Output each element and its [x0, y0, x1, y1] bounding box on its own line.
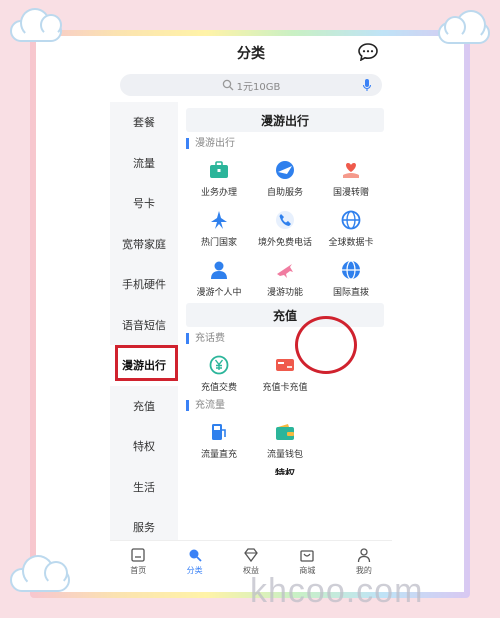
sidebar-item-label: 号卡 [133, 197, 155, 211]
cloud-decoration [10, 555, 70, 592]
roaming-grid: 业务办理 自助服务 国漫转赠 热门国家 境外免费电话 全球数据卡 漫游个人中 漫… [186, 155, 384, 301]
tile-label: 国际直拨 [332, 288, 369, 298]
watermark: khcoo.com [250, 572, 424, 610]
category-body: 套餐 流量 号卡 宽带家庭 手机硬件 语音短信 漫游出行 充值 特权 生活 服务… [110, 102, 392, 540]
recharge-grid: 充值交费 充值卡充值 [186, 350, 384, 396]
shopping-bag-icon [300, 550, 315, 562]
tile-label: 漫游个人中 [196, 288, 242, 298]
cloud-decoration [438, 10, 490, 44]
section-title-roaming: 漫游出行 [186, 108, 384, 132]
app-screen: 分类 1元10GB 套餐 流量 号卡 宽带家庭 手机硬件 语音短信 漫游出行 充… [110, 36, 392, 582]
sidebar-item-recharge[interactable]: 充值 [110, 386, 178, 427]
data-recharge-grid: 流量直充 流量钱包 [186, 417, 384, 463]
tile-data-direct[interactable]: 流量直充 [186, 417, 252, 463]
sidebar-item-data[interactable]: 流量 [110, 143, 178, 184]
sidebar-item-label: 生活 [133, 480, 155, 494]
tile-label: 流量直充 [200, 450, 237, 460]
subsection-title: 漫游出行 [186, 138, 384, 149]
search-input[interactable]: 1元10GB [120, 74, 382, 96]
microphone-icon[interactable] [362, 78, 372, 92]
tile-label: 自助服务 [266, 188, 303, 198]
search-icon [222, 79, 234, 91]
section-title-recharge: 充值 [186, 303, 384, 327]
yuan-coin-icon [209, 355, 229, 375]
sidebar-item-label: 特权 [133, 440, 155, 454]
tile-roaming-functions[interactable]: 漫游功能 [252, 255, 318, 301]
landmark-icon [211, 211, 227, 229]
sidebar-item-hardware[interactable]: 手机硬件 [110, 264, 178, 305]
card-icon [276, 359, 294, 371]
tile-label: 充值交费 [200, 383, 237, 393]
page-title: 分类 [237, 46, 265, 62]
tile-self-service[interactable]: 自助服务 [252, 155, 318, 201]
highlight-box [115, 345, 178, 381]
category-content: 漫游出行 漫游出行 业务办理 自助服务 国漫转赠 热门国家 境外免费电话 全球数… [178, 102, 392, 540]
sidebar-item-label: 套餐 [133, 116, 155, 130]
wallet-icon [276, 424, 294, 440]
sidebar-item-package[interactable]: 套餐 [110, 102, 178, 143]
search-bar: 1元10GB [110, 70, 392, 102]
tile-label: 充值卡充值 [262, 383, 308, 393]
subsection-title: 充流量 [186, 400, 384, 411]
sidebar-item-label: 服务 [133, 521, 155, 535]
heart-hand-icon [343, 163, 359, 178]
sidebar-item-sim[interactable]: 号卡 [110, 183, 178, 224]
tile-label: 境外免费电话 [257, 238, 312, 248]
cloud-decoration [10, 8, 62, 42]
phone-icon [276, 211, 294, 229]
sidebar-item-label: 充值 [133, 399, 155, 413]
sidebar-item-broadband[interactable]: 宽带家庭 [110, 224, 178, 265]
briefcase-icon [210, 161, 228, 178]
home-icon [131, 548, 145, 562]
user-icon [357, 548, 370, 563]
tab-home[interactable]: 首页 [110, 541, 166, 582]
tile-label: 漫游功能 [266, 288, 303, 298]
sidebar-item-voice-sms[interactable]: 语音短信 [110, 305, 178, 346]
tile-label: 业务办理 [200, 188, 237, 198]
tile-international-dial[interactable]: 国际直拨 [318, 255, 384, 301]
tile-label: 热门国家 [200, 238, 237, 248]
sidebar-item-label: 语音短信 [122, 318, 166, 332]
sidebar-item-privileges[interactable]: 特权 [110, 426, 178, 467]
tab-label: 分类 [186, 566, 203, 575]
sidebar-item-label: 手机硬件 [122, 278, 166, 292]
tile-business[interactable]: 业务办理 [186, 155, 252, 201]
tile-gift[interactable]: 国漫转赠 [318, 155, 384, 201]
sidebar-item-label: 宽带家庭 [122, 237, 166, 251]
tile-label: 流量钱包 [266, 450, 303, 460]
section-title-privileges: 特权 [275, 469, 295, 475]
tile-recharge-pay[interactable]: 充值交费 [186, 350, 252, 396]
category-sidebar: 套餐 流量 号卡 宽带家庭 手机硬件 语音短信 漫游出行 充值 特权 生活 服务 [110, 102, 178, 540]
subsection-title: 充话费 [186, 333, 384, 344]
tile-label: 国漫转赠 [332, 188, 369, 198]
tile-label: 全球数据卡 [328, 238, 374, 248]
header: 分类 [110, 36, 392, 70]
tile-popular-countries[interactable]: 热门国家 [186, 205, 252, 251]
tile-roaming-personal-center[interactable]: 漫游个人中 [186, 255, 252, 301]
fuel-icon [212, 424, 226, 440]
search-placeholder: 1元10GB [236, 81, 281, 93]
diamond-icon [244, 548, 258, 563]
message-icon[interactable] [358, 43, 378, 61]
tile-free-calls[interactable]: 境外免费电话 [252, 205, 318, 251]
sidebar-item-life[interactable]: 生活 [110, 467, 178, 508]
tile-card-recharge[interactable]: 充值卡充值 [252, 350, 318, 396]
globe-icon [341, 210, 361, 230]
globe-plane-icon [276, 161, 294, 179]
sidebar-item-label: 流量 [133, 156, 155, 170]
airplane-icon [277, 264, 293, 278]
tab-label: 首页 [130, 566, 147, 575]
world-icon [342, 260, 360, 280]
person-icon [211, 261, 227, 279]
tile-data-wallet[interactable]: 流量钱包 [252, 417, 318, 463]
tile-global-data-card[interactable]: 全球数据卡 [318, 205, 384, 251]
tab-category[interactable]: 分类 [166, 541, 222, 582]
category-search-icon [189, 549, 202, 562]
